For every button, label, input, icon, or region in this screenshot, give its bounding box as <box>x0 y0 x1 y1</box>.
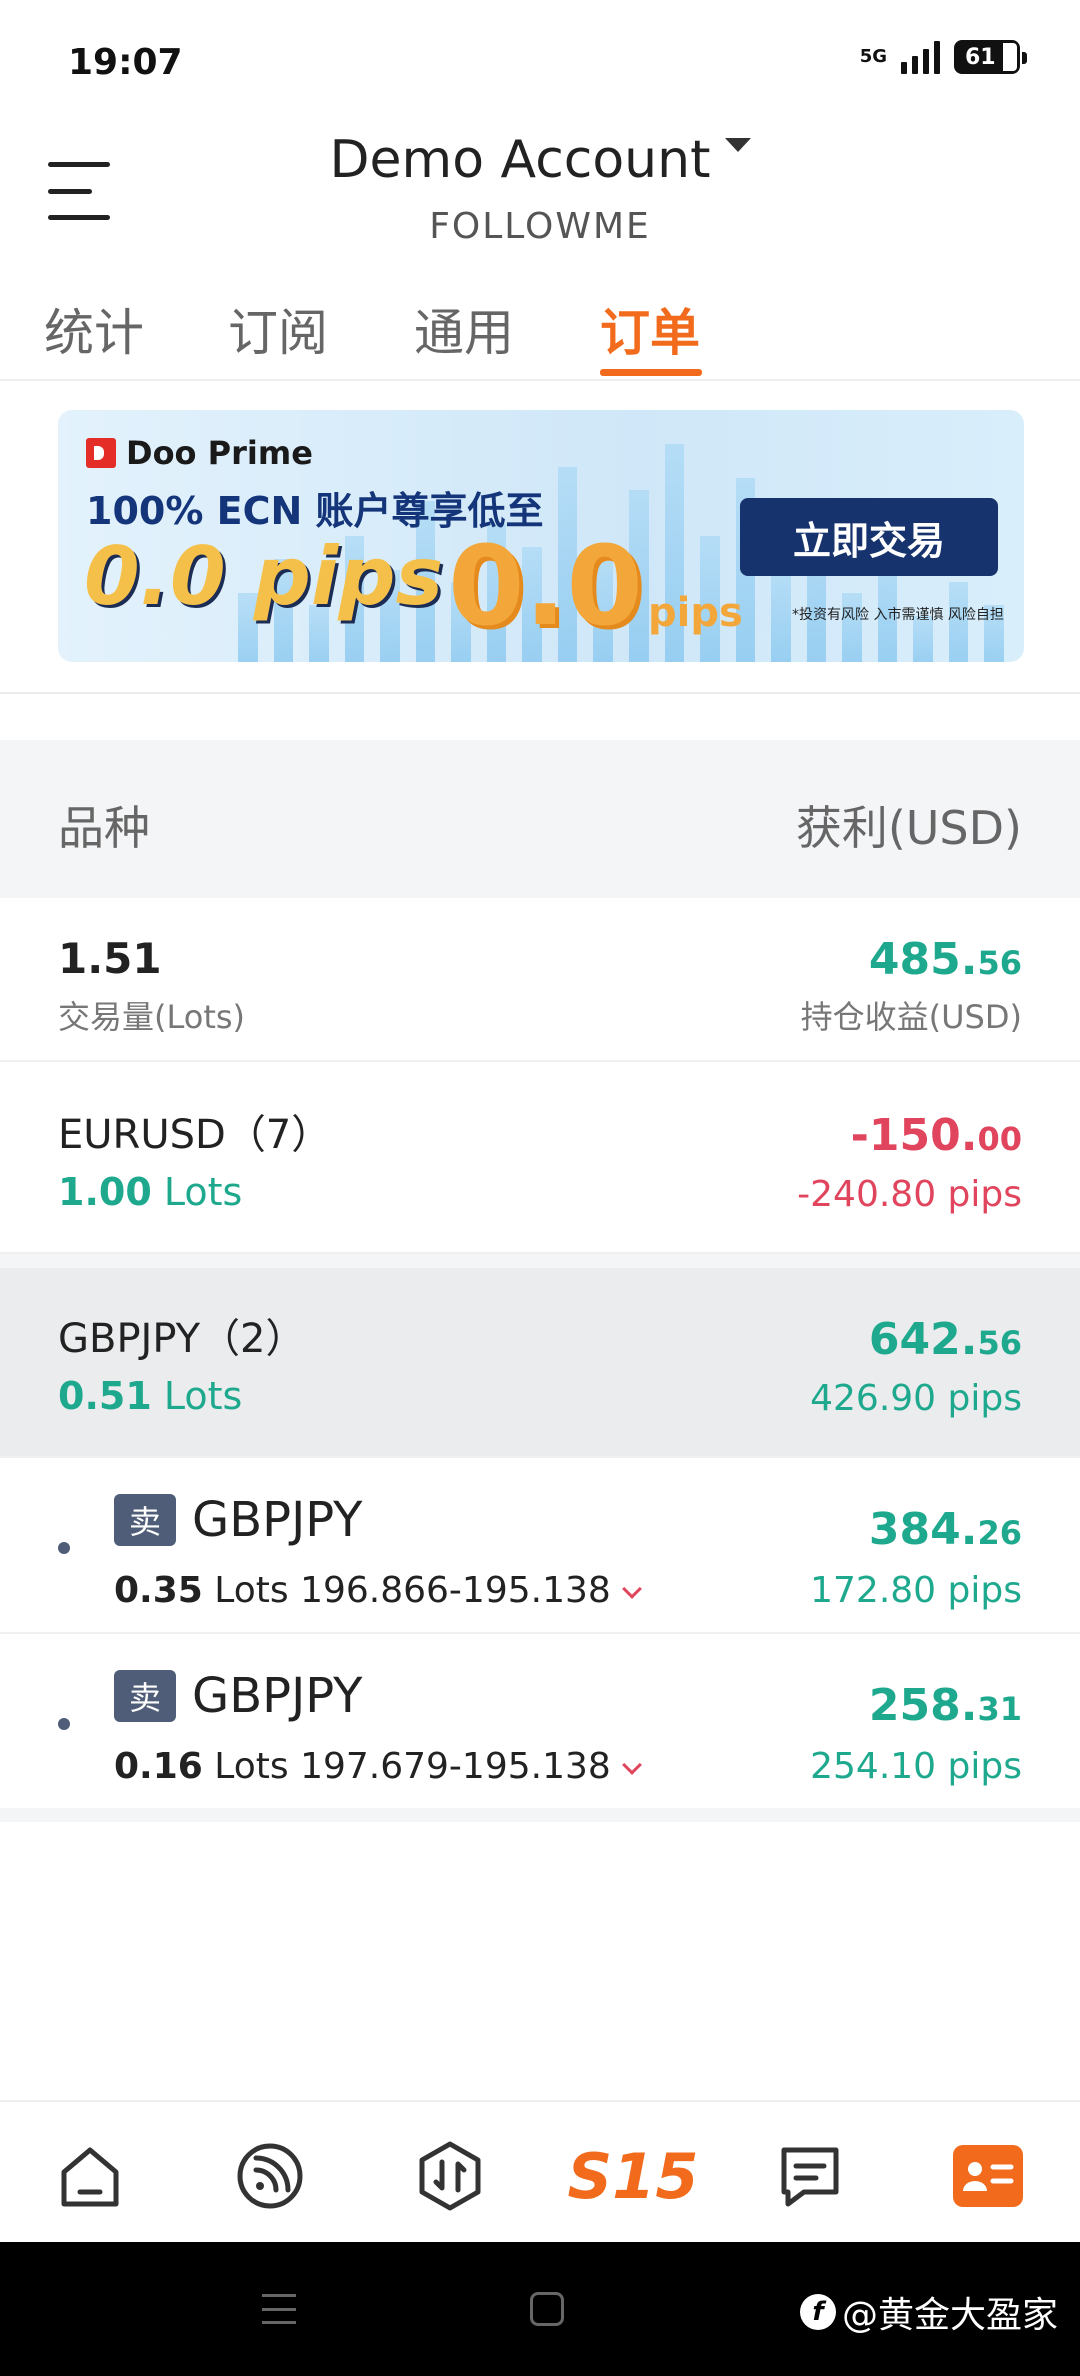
promo-banner[interactable]: Doo Prime 100% ECN 账户尊享低至 0.0 pips 0.0 p… <box>58 410 1024 662</box>
group-symbol: EURUSD（7） <box>58 1112 332 1158</box>
list-end-separator <box>0 1808 1080 1822</box>
bottom-navigation: S15 <box>0 2100 1080 2242</box>
caret-down-icon <box>724 138 751 152</box>
position-detail: 0.16 Lots 197.679-195.138 <box>114 1746 642 1787</box>
tab-statistics[interactable]: 统计 <box>44 293 144 365</box>
s15-event-icon[interactable]: S15 <box>568 2138 699 2214</box>
position-pips: 254.10 pips <box>810 1746 1022 1787</box>
messages-icon[interactable] <box>772 2138 848 2214</box>
tab-general[interactable]: 通用 <box>414 293 514 365</box>
total-profit: 485.56 <box>868 934 1022 985</box>
symbol-group-row[interactable]: GBPJPY（2） 0.51 Lots 642.56 426.90 pips <box>0 1268 1080 1458</box>
doo-prime-logo-icon <box>86 438 116 468</box>
position-detail: 0.35 Lots 196.866-195.138 <box>114 1570 642 1611</box>
total-volume-label: 交易量(Lots) <box>58 998 246 1036</box>
position-row[interactable]: 卖 GBPJPY 0.35 Lots 196.866-195.138 384.2… <box>0 1458 1080 1634</box>
position-row[interactable]: 卖 GBPJPY 0.16 Lots 197.679-195.138 258.3… <box>0 1634 1080 1810</box>
signal-icon <box>901 40 940 74</box>
account-switcher[interactable]: Demo Account <box>0 130 1080 190</box>
position-profit: 384.26 <box>868 1504 1022 1555</box>
chevron-down-icon[interactable] <box>621 1579 642 1599</box>
column-symbol: 品种 <box>58 801 150 855</box>
group-lots: 0.51 Lots <box>58 1374 243 1418</box>
sell-badge: 卖 <box>114 1670 176 1722</box>
sell-badge: 卖 <box>114 1494 176 1546</box>
status-icons: 5G 61 <box>859 40 1027 74</box>
battery-icon: 61 <box>954 40 1027 74</box>
group-symbol: GBPJPY（2） <box>58 1316 306 1362</box>
bullet-icon <box>58 1542 70 1554</box>
group-pips: 426.90 pips <box>810 1378 1022 1419</box>
divider <box>0 692 1080 694</box>
watermark: f @黄金大盈家 <box>800 2286 1058 2338</box>
column-profit: 获利(USD) <box>795 801 1022 855</box>
status-bar: 19:07 5G 61 <box>0 0 1080 120</box>
position-symbol: GBPJPY <box>192 1668 363 1724</box>
position-pips: 172.80 pips <box>810 1570 1022 1611</box>
group-profit: -150.00 <box>850 1110 1022 1161</box>
position-symbol: GBPJPY <box>192 1492 363 1548</box>
banner-big-text: 0.0 pips <box>84 530 444 623</box>
summary-row: 1.51 交易量(Lots) 485.56 持仓收益(USD) <box>0 898 1080 1062</box>
banner-zero-graphic: 0.0 <box>448 522 643 650</box>
active-tab-indicator <box>600 369 702 376</box>
home-icon[interactable] <box>52 2138 128 2214</box>
account-card-icon[interactable] <box>950 2138 1026 2214</box>
group-separator <box>0 1254 1080 1268</box>
doo-prime-logo: Doo Prime <box>86 434 313 472</box>
group-profit: 642.56 <box>868 1314 1022 1365</box>
home-button-icon[interactable] <box>530 2292 564 2326</box>
group-pips: -240.80 pips <box>797 1174 1022 1215</box>
chevron-down-icon[interactable] <box>621 1755 642 1775</box>
tab-subscriptions[interactable]: 订阅 <box>228 293 328 365</box>
bullet-icon <box>58 1718 70 1730</box>
tab-bar: 统计 订阅 通用 订单 <box>0 285 1080 381</box>
group-lots: 1.00 Lots <box>58 1170 243 1214</box>
total-volume: 1.51 <box>58 934 162 983</box>
total-profit-label: 持仓收益(USD) <box>800 998 1022 1036</box>
banner-pips-graphic: pips <box>648 590 743 636</box>
watermark-logo-icon: f <box>800 2294 836 2330</box>
account-subtitle: FOLLOWME <box>429 206 651 247</box>
status-time: 19:07 <box>68 42 183 83</box>
banner-disclaimer: *投资有风险 入市需谨慎 风险自担 <box>792 607 1004 623</box>
banner-brand: Doo Prime <box>126 434 313 472</box>
orders-table-header: 品种 获利(USD) <box>0 740 1080 898</box>
feed-icon[interactable] <box>232 2138 308 2214</box>
position-profit: 258.31 <box>868 1680 1022 1731</box>
trade-icon[interactable] <box>412 2138 488 2214</box>
system-navigation-bar: f @黄金大盈家 <box>0 2242 1080 2376</box>
account-title: Demo Account <box>329 130 711 190</box>
network-type: 5G <box>859 46 887 67</box>
watermark-text: @黄金大盈家 <box>842 2295 1059 2336</box>
trade-now-button[interactable]: 立即交易 <box>740 498 998 576</box>
symbol-group-row[interactable]: EURUSD（7） 1.00 Lots -150.00 -240.80 pips <box>0 1062 1080 1254</box>
battery-level: 61 <box>965 44 996 70</box>
tab-orders[interactable]: 订单 <box>600 293 700 365</box>
recent-apps-icon[interactable] <box>262 2294 296 2324</box>
